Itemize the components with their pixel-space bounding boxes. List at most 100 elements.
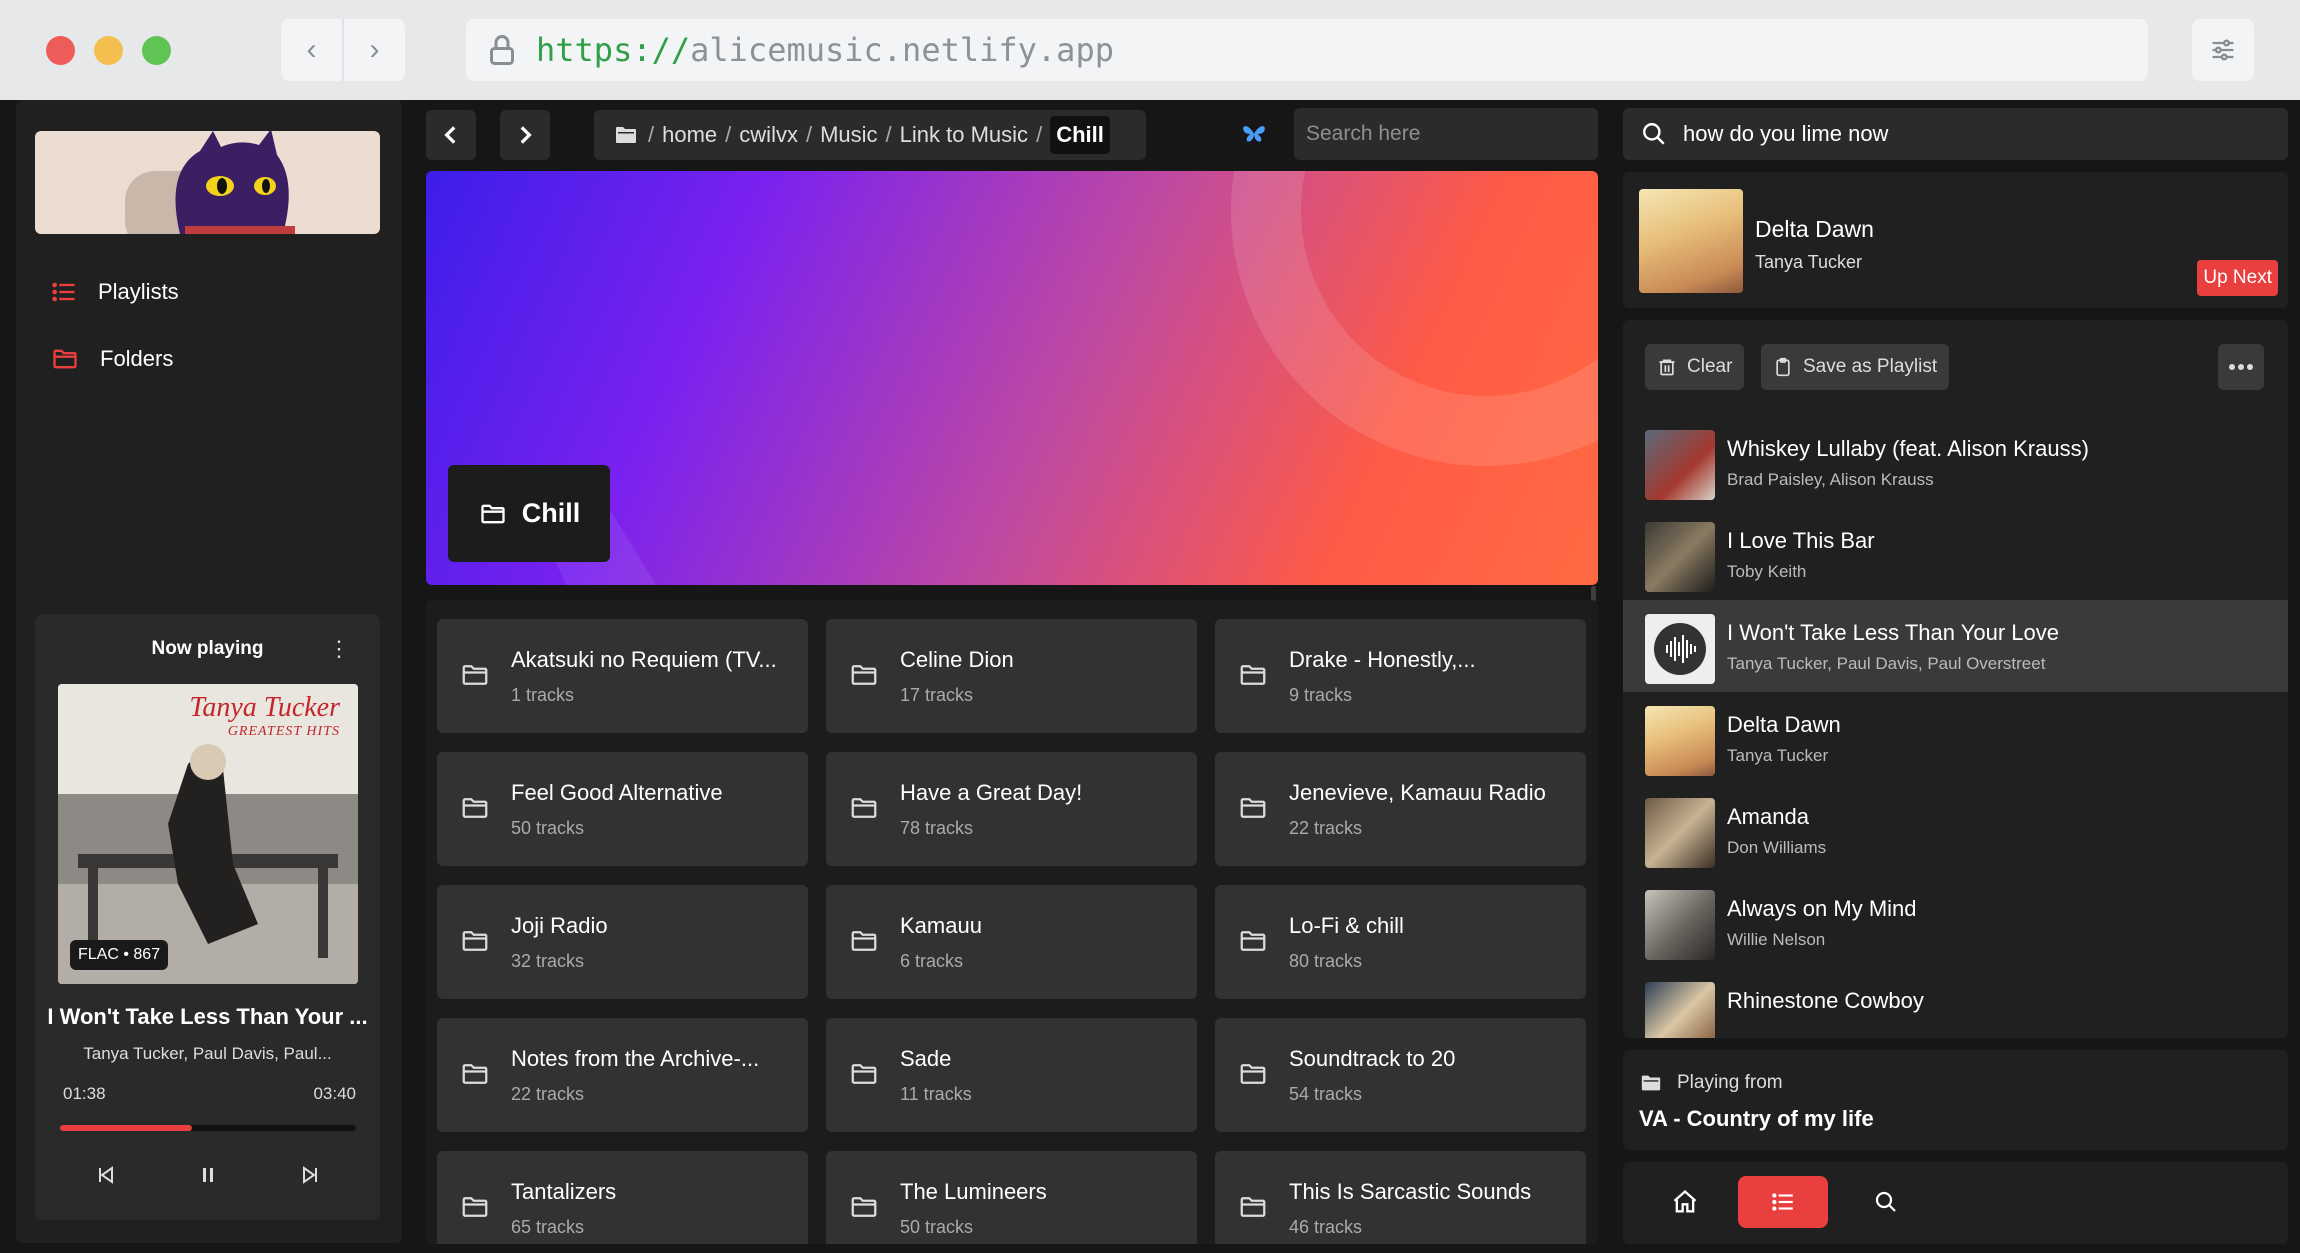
folder-card[interactable]: Celine Dion 17 tracks [826, 619, 1197, 733]
breadcrumb-link-to-music[interactable]: Link to Music [900, 122, 1028, 148]
playing-from-card[interactable]: Playing from VA - Country of my life [1623, 1050, 2288, 1150]
folder-icon [851, 1197, 877, 1217]
breadcrumb-cwilvx[interactable]: cwilvx [739, 122, 798, 148]
list-icon [1772, 1193, 1793, 1211]
browser-chrome: ‹ › https://alicemusic.netlify.app [0, 0, 2300, 100]
global-search-input[interactable]: how do you lime now [1623, 108, 2288, 160]
audio-waveform-icon [1654, 623, 1706, 675]
save-label: Save as Playlist [1803, 356, 1938, 377]
folder-count: 65 tracks [511, 1217, 585, 1237]
breadcrumb-home[interactable]: home [662, 122, 717, 148]
chevron-right-icon [520, 126, 532, 144]
breadcrumb: / home / cwilvx / Music / Link to Music / Chi… [594, 110, 1146, 160]
sidebar-item-label: Folders [100, 346, 174, 371]
folder-card[interactable]: Joji Radio 32 tracks [437, 885, 808, 999]
queue-item[interactable]: Whiskey Lullaby (feat. Alison Krauss) Br… [1623, 416, 2288, 508]
more-vertical-icon[interactable]: ⋮ [328, 636, 350, 662]
queue-more-button[interactable] [2218, 344, 2264, 390]
clipboard-icon [1776, 357, 1790, 377]
folder-card[interactable]: This Is Sarcastic Sounds 46 tracks [1215, 1151, 1586, 1244]
butterfly-icon[interactable] [1241, 122, 1267, 151]
nav-back-button[interactable] [426, 110, 476, 160]
queue-item[interactable]: Rhinestone Cowboy [1623, 968, 2288, 1038]
folder-card[interactable]: Kamauu 6 tracks [826, 885, 1197, 999]
folder-card[interactable]: Sade 11 tracks [826, 1018, 1197, 1132]
track-title: Rhinestone Cowboy [1727, 988, 1924, 1013]
folder-card[interactable]: Feel Good Alternative 50 tracks [437, 752, 808, 866]
clear-label: Clear [1687, 356, 1733, 377]
browser-forward-button[interactable]: › [344, 19, 405, 81]
track-art [1645, 890, 1715, 960]
duration-time: 03:40 [313, 1084, 356, 1103]
clear-queue-button[interactable]: Clear [1645, 344, 1745, 390]
up-next-card[interactable]: Delta Dawn Tanya Tucker Up Next [1623, 172, 2288, 308]
app-logo[interactable] [35, 131, 380, 234]
folder-name: Kamauu [900, 913, 982, 938]
sidebar-item-folders[interactable]: Folders [50, 339, 173, 379]
folder-name: Feel Good Alternative [511, 780, 723, 805]
folder-banner: Chill [426, 171, 1598, 585]
now-playing-track[interactable]: I Won't Take Less Than Your ... [35, 1004, 380, 1030]
breadcrumb-current[interactable]: Chill [1050, 116, 1110, 154]
pause-icon [203, 1168, 213, 1182]
playing-from-name: VA - Country of my life [1639, 1106, 1874, 1131]
queue-item[interactable]: Always on My Mind Willie Nelson [1623, 876, 2288, 968]
home-tab[interactable] [1640, 1176, 1730, 1228]
nav-forward-button[interactable] [500, 110, 550, 160]
folder-card[interactable]: Have a Great Day! 78 tracks [826, 752, 1197, 866]
folder-count: 54 tracks [1289, 1084, 1363, 1104]
queue-item[interactable]: Delta Dawn Tanya Tucker [1623, 692, 2288, 784]
folder-icon [1641, 1075, 1661, 1091]
breadcrumb-music[interactable]: Music [820, 122, 877, 148]
browser-nav: ‹ › [281, 19, 405, 81]
queue-tab[interactable] [1738, 1176, 1828, 1228]
folder-search-input[interactable]: Search here [1294, 108, 1598, 160]
folder-card[interactable]: Akatsuki no Requiem (TV... 1 tracks [437, 619, 808, 733]
folder-card[interactable]: Notes from the Archive-... 22 tracks [437, 1018, 808, 1132]
folder-card[interactable]: Soundtrack to 20 54 tracks [1215, 1018, 1586, 1132]
folder-card[interactable]: The Lumineers 50 tracks [826, 1151, 1197, 1244]
folder-icon [1240, 931, 1266, 951]
folder-card[interactable]: Jenevieve, Kamauu Radio 22 tracks [1215, 752, 1586, 866]
address-bar[interactable]: https://alicemusic.netlify.app [466, 19, 2148, 81]
folder-icon [851, 798, 877, 818]
folder-count: 1 tracks [511, 685, 575, 705]
queue-panel: Clear Save as Playlist Whiskey Lullaby (… [1623, 320, 2288, 1038]
album-art[interactable]: Tanya Tucker GREATEST HITS FLAC • 867 [58, 684, 358, 984]
window-close-button[interactable] [46, 36, 75, 65]
search-tab[interactable] [1841, 1176, 1931, 1228]
folder-card[interactable]: Tantalizers 65 tracks [437, 1151, 808, 1244]
browser-back-button[interactable]: ‹ [281, 19, 344, 81]
queue-item[interactable]: Amanda Don Williams [1623, 784, 2288, 876]
track-art [1645, 706, 1715, 776]
folder-name: Sade [900, 1046, 952, 1071]
browser-settings-button[interactable] [2192, 19, 2254, 81]
queue-item-current[interactable]: I Won't Take Less Than Your Love Tanya T… [1623, 600, 2288, 692]
skip-back-icon [99, 1166, 113, 1184]
folder-icon [53, 349, 77, 369]
pause-button[interactable] [193, 1160, 223, 1190]
url-scheme: https:// [536, 31, 691, 69]
queue-item[interactable]: I Love This Bar Toby Keith [1623, 508, 2288, 600]
folder-name: This Is Sarcastic Sounds [1289, 1179, 1532, 1204]
search-icon [1643, 123, 1665, 145]
folder-icon [851, 1064, 877, 1084]
search-value: how do you lime now [1683, 121, 1889, 146]
save-as-playlist-button[interactable]: Save as Playlist [1761, 344, 1950, 390]
folder-name: The Lumineers [900, 1179, 1047, 1204]
trash-icon [1659, 359, 1675, 376]
next-button[interactable] [295, 1160, 325, 1190]
folder-icon [462, 1064, 488, 1084]
progress-bar[interactable] [60, 1125, 356, 1131]
up-next-art [1639, 189, 1743, 293]
now-playing-artist[interactable]: Tanya Tucker, Paul Davis, Paul... [35, 1044, 380, 1064]
folder-card[interactable]: Drake - Honestly,... 9 tracks [1215, 619, 1586, 733]
window-maximize-button[interactable] [142, 36, 171, 65]
lock-icon [490, 35, 514, 65]
sidebar-item-playlists[interactable]: Playlists [50, 272, 179, 312]
track-artist: Willie Nelson [1727, 930, 1826, 949]
window-minimize-button[interactable] [94, 36, 123, 65]
folder-card[interactable]: Lo-Fi & chill 80 tracks [1215, 885, 1586, 999]
search-icon [1875, 1191, 1896, 1212]
previous-button[interactable] [91, 1160, 121, 1190]
